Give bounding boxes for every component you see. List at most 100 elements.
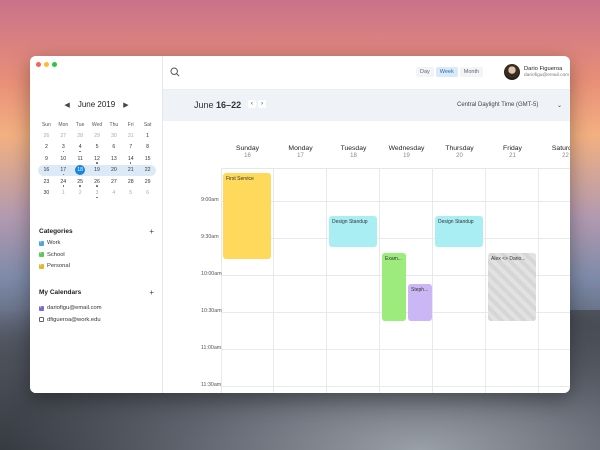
mini-calendar-day[interactable]: 4 [72,144,89,153]
weekday-label: Wed [91,121,103,128]
mini-calendar-day[interactable]: 2 [72,190,89,196]
mini-calendar-day[interactable]: 28 [122,179,139,185]
calendar-item[interactable]: dariofigu@email.com [39,304,102,311]
mini-calendar-day[interactable]: 22 [139,167,156,173]
avatar[interactable] [504,64,520,80]
event-title: Design Standup [332,219,368,226]
day-header-wednesday[interactable]: Wednesday 19 [380,145,433,159]
mini-calendar-week: 23 24 25 26 27 28 29 [38,176,156,187]
mini-calendar-day[interactable]: 1 [139,133,156,139]
mini-calendar-day[interactable]: 4 [105,190,122,196]
categories-title: Categories [39,228,73,235]
mini-calendar-day[interactable]: 1 [55,190,72,196]
mini-calendar-day[interactable]: 28 [72,133,89,139]
day-header-monday[interactable]: Monday 17 [274,145,327,159]
grid-row-divider [221,386,570,387]
mini-calendar-day[interactable]: 21 [122,167,139,173]
category-item[interactable]: Personal [39,262,70,269]
chevron-left-icon[interactable]: ◀ [64,101,69,109]
day-date: 20 [456,153,463,159]
mini-calendar-day[interactable]: 29 [89,133,106,139]
calendar-label: dariofigu@email.com [47,305,102,311]
weekday-label: Sat [143,121,152,128]
mini-calendar-day[interactable]: 9 [38,156,55,162]
mini-calendar-day[interactable]: 26 [89,179,106,187]
mini-calendar-day[interactable]: 27 [105,179,122,185]
day-header-friday[interactable]: Friday 21 [486,145,539,159]
weekday-label: Mon [58,121,69,128]
zoom-window-button[interactable] [52,62,57,67]
mini-calendar-day[interactable]: 10 [55,156,72,162]
checkbox-icon[interactable] [39,250,44,257]
mini-calendar-day[interactable]: 20 [105,167,122,173]
mini-calendar-day[interactable]: 27 [55,133,72,139]
mini-calendar-day[interactable]: 17 [55,167,72,176]
mini-calendar-weekdays: Sun Mon Tue Wed Thu Fri Sat [38,119,156,130]
search-icon[interactable] [170,67,180,77]
checkbox-icon[interactable] [39,304,44,311]
mini-calendar-day[interactable]: 7 [122,144,139,150]
calendar-event[interactable]: Exam... [382,253,406,321]
event-title: Design Standup [438,219,474,226]
calendar-item[interactable]: dfigueroa@work.edu [39,317,101,323]
close-window-button[interactable] [36,62,41,67]
event-title: Steph... [411,286,429,293]
mini-calendar-day[interactable]: 19 [89,167,106,173]
calendar-event[interactable]: First Service [223,172,271,260]
window-controls [36,62,57,67]
mini-calendar-day[interactable]: 5 [122,190,139,196]
mini-calendar-day[interactable]: 25 [72,179,89,187]
minimize-window-button[interactable] [44,62,49,67]
chevron-right-icon[interactable]: ▶ [123,101,128,109]
mini-calendar-day[interactable]: 24 [55,179,72,187]
day-header-tuesday[interactable]: Tuesday 18 [327,145,380,159]
checkbox-icon[interactable] [39,317,44,322]
category-item[interactable]: School [39,250,65,258]
mini-calendar-day[interactable]: 18 [72,165,89,176]
mini-calendar-day[interactable]: 15 [139,156,156,162]
mini-calendar-day[interactable]: 30 [38,190,55,196]
mini-calendar-day[interactable]: 6 [105,144,122,150]
day-header-sunday[interactable]: Sunday 16 [221,145,274,159]
view-day-button[interactable]: Day [416,67,434,77]
timezone-selector[interactable]: Central Daylight Time (GMT-5) [457,102,538,108]
mini-calendar-day[interactable]: 14 [122,156,139,164]
day-header-saturday[interactable]: Saturday22 [539,145,570,159]
mini-calendar-day[interactable]: 2 [38,144,55,150]
day-header-thursday[interactable]: Thursday 20 [433,145,486,159]
checkbox-icon[interactable] [39,262,44,269]
view-week-button[interactable]: Week [435,67,458,77]
next-week-button[interactable]: › [258,100,266,108]
mini-calendar-day[interactable]: 12 [89,156,106,164]
add-category-icon[interactable]: + [149,227,154,236]
view-month-button[interactable]: Month [459,67,484,77]
weekday-label: Tue [75,121,85,128]
mini-calendar-day[interactable]: 5 [89,144,106,150]
checkbox-icon[interactable] [39,239,44,246]
calendar-event[interactable]: Steph... [408,283,432,321]
mini-calendar-day[interactable]: 29 [139,179,156,185]
mini-calendar-day[interactable]: 30 [105,133,122,139]
mini-calendar-day[interactable]: 31 [122,133,139,139]
prev-week-button[interactable]: ‹ [248,100,256,108]
calendar-event[interactable]: Design Standup [435,216,483,247]
calendar-event[interactable]: Alex <> Dario... [488,253,536,321]
category-item[interactable]: Work [39,239,60,246]
weekday-label: Sun [41,121,51,128]
mini-calendar-day[interactable]: 16 [38,167,55,173]
mini-calendar-day[interactable]: 11 [72,156,89,162]
add-calendar-icon[interactable]: + [149,288,154,297]
event-title: Alex <> Dario... [491,256,526,263]
mini-calendar-day[interactable]: 8 [139,144,156,150]
mini-calendar-day[interactable]: 3 [55,144,72,153]
day-date: 17 [297,153,304,159]
mini-calendar-day[interactable]: 23 [38,179,55,185]
day-name: Sunday [235,145,260,152]
day-date: 22 [562,153,569,159]
mini-calendar-day[interactable]: 6 [139,190,156,196]
chevron-down-icon[interactable]: ⌄ [557,102,562,109]
mini-calendar-day[interactable]: 13 [105,156,122,162]
calendar-event[interactable]: Design Standup [329,216,377,247]
mini-calendar-day[interactable]: 26 [38,133,55,139]
mini-calendar-day[interactable]: 3 [89,190,106,199]
